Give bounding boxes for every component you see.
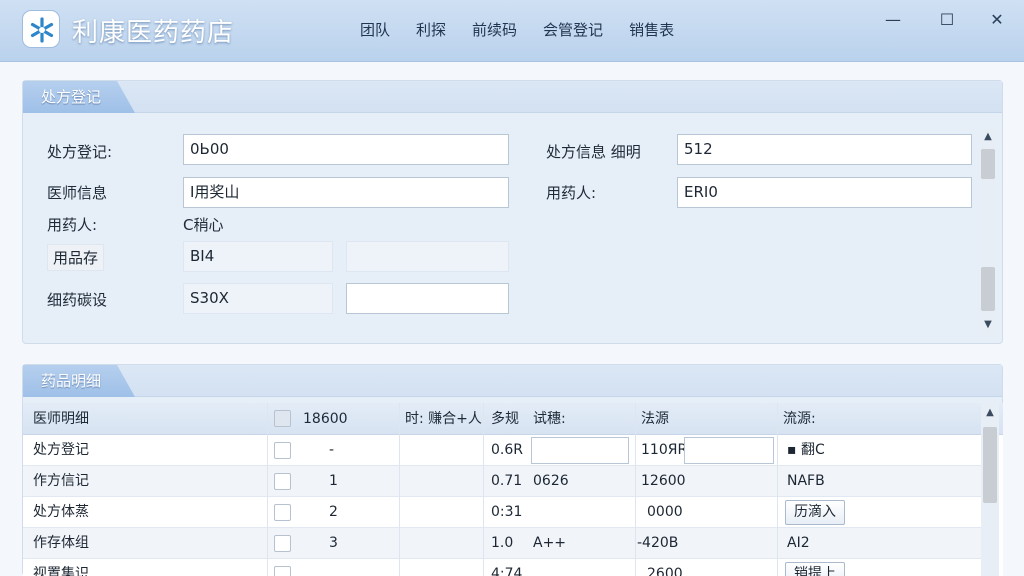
cell-name: 作存体组 bbox=[33, 535, 89, 551]
scroll-thumb[interactable] bbox=[983, 427, 997, 503]
cell-name: 作方信记 bbox=[33, 473, 89, 489]
row-action-button[interactable]: 历滴入 bbox=[785, 500, 845, 525]
col-header-spec: 多规 bbox=[491, 411, 519, 427]
drug-table: 医师明细 18600 时: 赚合+人 多规 试穗: 法源 流源: 处方登记 - … bbox=[23, 403, 1003, 576]
label-doctor: 医师信息 bbox=[47, 184, 108, 202]
row-checkbox[interactable] bbox=[274, 442, 291, 459]
user-input[interactable]: ERI0 bbox=[677, 177, 972, 208]
cell-name: 处方登记 bbox=[33, 442, 89, 458]
cell-source: 110ЯR bbox=[641, 442, 688, 458]
cell-flow: NAFB bbox=[787, 473, 825, 489]
nav-item-register[interactable]: 会管登记 bbox=[543, 19, 603, 40]
label-stock: 用品存 bbox=[47, 244, 105, 271]
cell-name: 处方体蒸 bbox=[33, 504, 89, 520]
row-checkbox[interactable] bbox=[274, 566, 291, 576]
rx-no-input[interactable]: 0Ь00 bbox=[183, 134, 509, 165]
col-header-name: 医师明细 bbox=[33, 411, 89, 427]
nav-item-sales[interactable]: 销售表 bbox=[629, 19, 674, 40]
prescription-scrollbar[interactable]: ▲ ▼ bbox=[979, 129, 997, 335]
column-divider bbox=[483, 403, 484, 576]
column-divider bbox=[635, 403, 636, 576]
panel-header: 处方登记 bbox=[23, 81, 1002, 113]
cell-price: 0.71 bbox=[491, 473, 523, 489]
table-row[interactable]: 作存体组 3 1.0 A++ -420B AI2 bbox=[23, 528, 981, 559]
table-row[interactable]: 视置集识 4:74 2600 销提上 bbox=[23, 559, 981, 576]
table-header: 医师明细 18600 时: 赚合+人 多规 试穗: 法源 流源: bbox=[23, 403, 1003, 435]
app-title: 利康医药药店 bbox=[72, 18, 235, 48]
cell-input-2[interactable] bbox=[684, 437, 774, 464]
cell-price: 1.0 bbox=[491, 535, 514, 551]
label-user-2: 用药人: bbox=[546, 184, 597, 202]
cell-num: 1 bbox=[329, 473, 338, 489]
cell-flow: ▪ 翻C bbox=[787, 442, 825, 458]
cell-num: - bbox=[329, 442, 335, 458]
maximize-button[interactable]: ☐ bbox=[932, 8, 962, 32]
scroll-up-icon[interactable]: ▲ bbox=[981, 405, 999, 421]
cell-price: 4:74 bbox=[491, 566, 523, 576]
table-row[interactable]: 处方体蒸 2 0:31 0000 历滴入 bbox=[23, 497, 981, 528]
column-divider bbox=[777, 403, 778, 576]
cell-num: 2 bbox=[329, 504, 338, 520]
title-bar: 利康医药药店 团队 利探 前续码 会管登记 销售表 — ☐ ✕ bbox=[0, 0, 1024, 62]
cell-source: -420B bbox=[637, 535, 679, 551]
cell-source: 12600 bbox=[641, 473, 686, 489]
table-row[interactable]: 处方登记 - 0.6R 110ЯR ▪ 翻C bbox=[23, 435, 981, 466]
cell-trial: A++ bbox=[533, 535, 567, 551]
scroll-thumb-2[interactable] bbox=[981, 267, 995, 311]
stock-field[interactable]: BI4 bbox=[183, 241, 333, 272]
detail-field[interactable]: S30X bbox=[183, 283, 333, 314]
app-logo bbox=[22, 10, 60, 48]
label-rx-no: 处方登记: bbox=[47, 143, 113, 161]
prescription-panel: 处方登记 处方登记: 0Ь00 医师信息 I用奖山 用药人: C稍心 用品存 B… bbox=[22, 80, 1003, 344]
cell-name: 视置集识 bbox=[33, 566, 89, 576]
stock-field-2[interactable] bbox=[346, 241, 509, 272]
tab-drug-detail[interactable]: 药品明细 bbox=[23, 365, 135, 397]
cell-price: 0:31 bbox=[491, 504, 523, 520]
col-header-count: 18600 bbox=[303, 411, 348, 427]
row-checkbox[interactable] bbox=[274, 535, 291, 552]
label-rx-info: 处方信息 细明 bbox=[546, 143, 641, 161]
nav-item-explore[interactable]: 利探 bbox=[416, 19, 446, 40]
row-checkbox[interactable] bbox=[274, 473, 291, 490]
col-header-time: 时: 赚合+人 bbox=[405, 411, 482, 427]
snowflake-icon bbox=[30, 17, 54, 43]
nav-item-team[interactable]: 团队 bbox=[360, 19, 390, 40]
table-row[interactable]: 作方信记 1 0.71 0626 12600 NAFB bbox=[23, 466, 981, 497]
scroll-down-icon[interactable]: ▼ bbox=[979, 317, 997, 333]
minimize-button[interactable]: — bbox=[878, 8, 908, 32]
scroll-up-icon[interactable]: ▲ bbox=[979, 129, 997, 145]
cell-flow: AI2 bbox=[787, 535, 810, 551]
cell-num: 3 bbox=[329, 535, 338, 551]
doctor-input[interactable]: I用奖山 bbox=[183, 177, 509, 208]
label-user: 用药人: bbox=[47, 216, 98, 234]
user-value: C稍心 bbox=[183, 216, 224, 234]
row-action-button[interactable]: 销提上 bbox=[785, 562, 845, 576]
rx-info-input[interactable]: 512 bbox=[677, 134, 972, 165]
drug-panel: 药品明细 医师明细 18600 时: 赚合+人 多规 试穗: 法源 流源: 处方… bbox=[22, 364, 1003, 576]
tab-prescription[interactable]: 处方登记 bbox=[23, 81, 135, 113]
cell-price: 0.6R bbox=[491, 442, 523, 458]
column-divider bbox=[267, 403, 268, 576]
col-header-source: 法源 bbox=[641, 411, 669, 427]
scroll-thumb[interactable] bbox=[981, 149, 995, 179]
detail-input[interactable] bbox=[346, 283, 509, 314]
main-nav: 团队 利探 前续码 会管登记 销售表 bbox=[360, 19, 700, 40]
column-divider bbox=[399, 403, 400, 576]
row-checkbox[interactable] bbox=[274, 504, 291, 521]
label-detail: 细药碳设 bbox=[47, 291, 108, 309]
nav-item-code[interactable]: 前续码 bbox=[472, 19, 517, 40]
table-scrollbar[interactable]: ▲ bbox=[981, 403, 999, 576]
cell-source: 0000 bbox=[647, 504, 683, 520]
col-header-flow: 流源: bbox=[783, 411, 816, 427]
col-header-trial: 试穗: bbox=[533, 411, 566, 427]
select-all-checkbox[interactable] bbox=[274, 410, 291, 427]
close-button[interactable]: ✕ bbox=[982, 8, 1012, 32]
cell-trial: 0626 bbox=[533, 473, 569, 489]
panel-header: 药品明细 bbox=[23, 365, 1002, 397]
cell-source: 2600 bbox=[647, 566, 683, 576]
cell-input[interactable] bbox=[531, 437, 629, 464]
